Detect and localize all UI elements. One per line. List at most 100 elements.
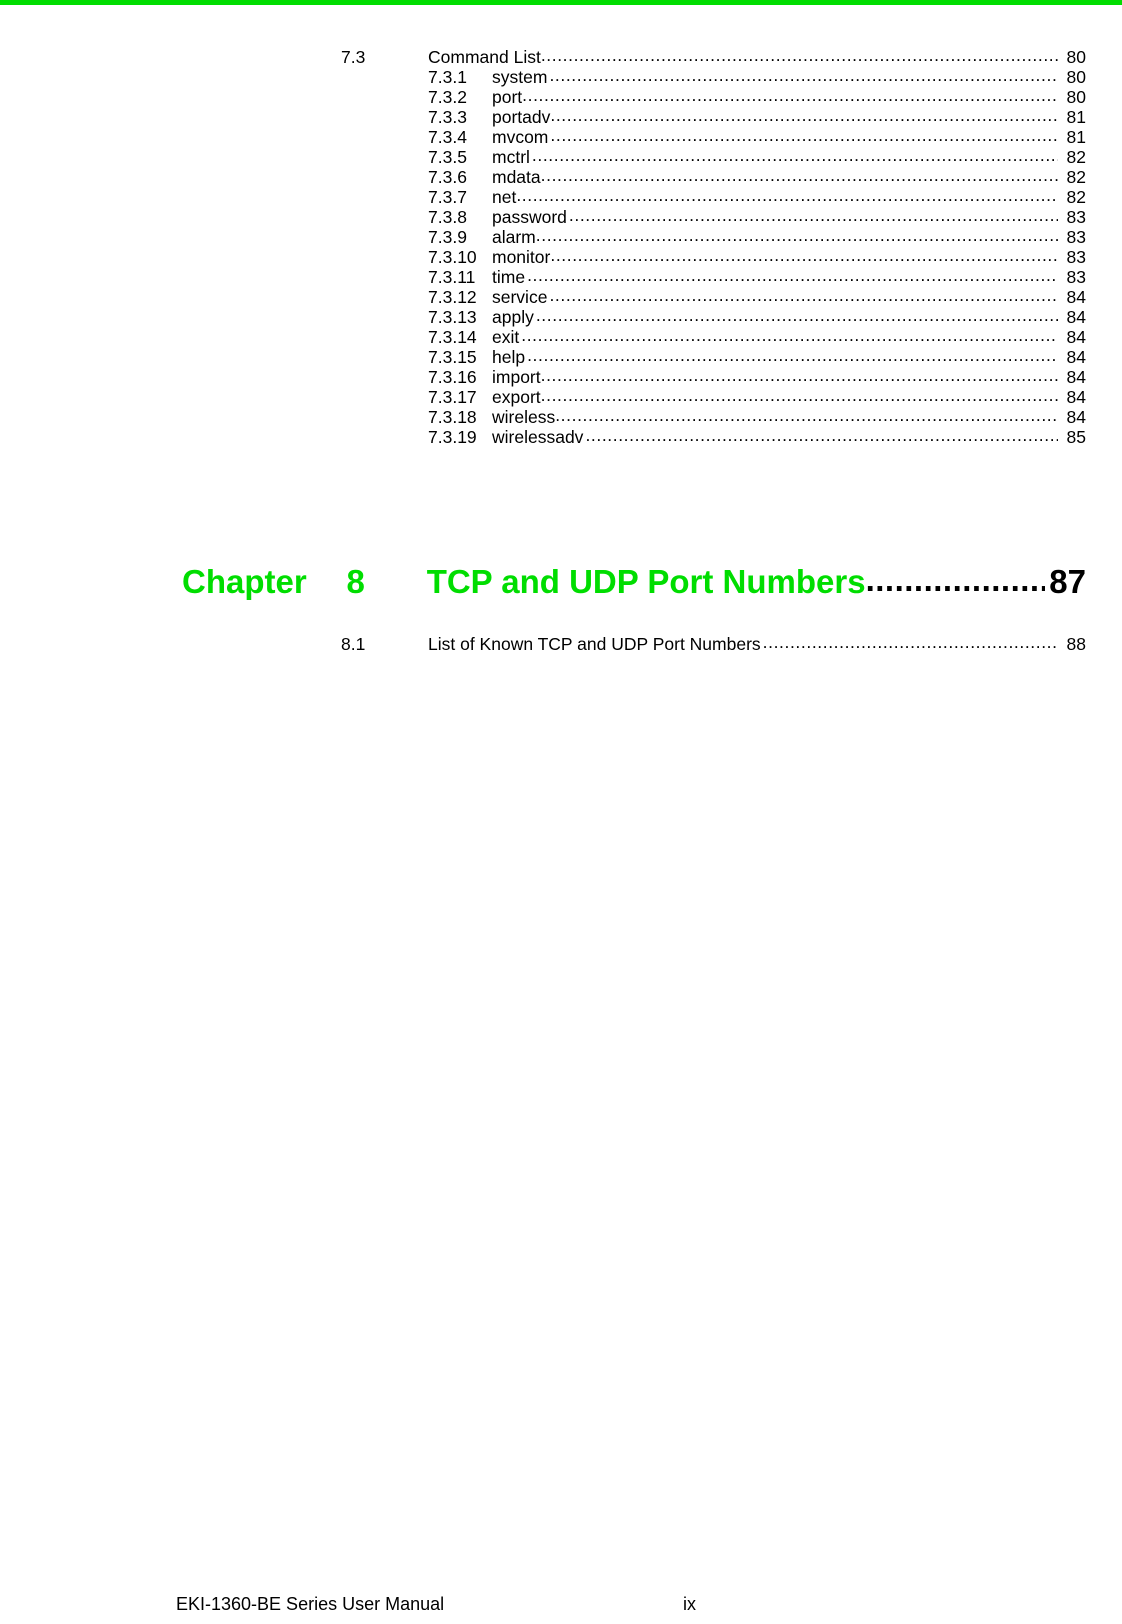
toc-entry-7-3-8[interactable]: 7.3.8 password 83 — [428, 205, 1086, 227]
toc-entry-7-3-16[interactable]: 7.3.16 import 84 — [428, 365, 1086, 387]
toc-entry-page: 84 — [1066, 286, 1086, 307]
toc-entry-title: service — [492, 286, 548, 307]
toc-entry-number: 8.1 — [341, 633, 366, 654]
toc-entry-page: 85 — [1066, 426, 1086, 447]
toc-entry-number: 7.3.19 — [428, 426, 477, 447]
chapter-page: 87 — [1049, 563, 1086, 600]
leader-dots — [516, 185, 1058, 203]
toc-entry-7-3-4[interactable]: 7.3.4 mvcom 81 — [428, 125, 1086, 147]
toc-entry-number: 7.3.18 — [428, 406, 477, 427]
toc-entry-page: 80 — [1066, 46, 1086, 67]
toc-entry-page: 83 — [1066, 266, 1086, 287]
toc-entry-title: monitor — [492, 246, 551, 267]
toc-entry-title: password — [492, 206, 567, 227]
toc-entry-8-1[interactable]: 8.1 List of Known TCP and UDP Port Numbe… — [341, 632, 1086, 654]
toc-entry-number: 7.3.12 — [428, 286, 477, 307]
toc-entry-chapter-8[interactable]: Chapter 8 TCP and UDP Port Numbers 87 — [182, 560, 1086, 602]
footer-manual-title: EKI-1360-BE Series User Manual — [176, 1594, 445, 1614]
toc-entry-page: 80 — [1066, 66, 1086, 87]
leader-dots — [585, 425, 1058, 443]
toc-entry-number: 7.3.13 — [428, 306, 477, 327]
toc-entry-title: system — [492, 66, 548, 87]
chapter-label: Chapter — [182, 563, 307, 600]
toc-entry-7-3-15[interactable]: 7.3.15 help 84 — [428, 345, 1086, 367]
leader-dots — [532, 145, 1058, 163]
toc-entry-title: wirelessadv — [492, 426, 584, 447]
top-accent-bar — [0, 0, 1122, 5]
toc-entry-page: 82 — [1066, 146, 1086, 167]
toc-entry-title: net — [492, 186, 517, 207]
toc-entry-number: 7.3.8 — [428, 206, 467, 227]
toc-entry-number: 7.3.2 — [428, 86, 467, 107]
chapter-number: 8 — [346, 563, 365, 600]
toc-entry-7-3-17[interactable]: 7.3.17 export 84 — [428, 385, 1086, 407]
toc-entry-7-3-18[interactable]: 7.3.18 wireless 84 — [428, 405, 1086, 427]
toc-entry-title: port — [492, 86, 523, 107]
toc-entry-title: Command List — [428, 46, 541, 67]
toc-entry-title: mdata — [492, 166, 541, 187]
toc-entry-7-3[interactable]: 7.3 Command List 80 — [341, 45, 1086, 67]
toc-entry-page: 84 — [1066, 406, 1086, 427]
toc-entry-title: wireless — [492, 406, 556, 427]
toc-entry-number: 7.3.11 — [428, 266, 476, 287]
toc-entry-page: 84 — [1066, 366, 1086, 387]
toc-entry-number: 7.3.9 — [428, 226, 467, 247]
leader-dots — [549, 65, 1058, 83]
toc-entry-title: mctrl — [492, 146, 530, 167]
toc-entry-number: 7.3.1 — [428, 66, 467, 87]
leader-dots — [866, 560, 1046, 593]
toc-entry-number: 7.3.3 — [428, 106, 467, 127]
toc-entry-7-3-12[interactable]: 7.3.12 service 84 — [428, 285, 1086, 307]
toc-entry-7-3-13[interactable]: 7.3.13 apply 84 — [428, 305, 1086, 327]
toc-entry-7-3-5[interactable]: 7.3.5 mctrl 82 — [428, 145, 1086, 167]
toc-entry-number: 7.3.17 — [428, 386, 477, 407]
toc-entry-page: 81 — [1066, 106, 1086, 127]
toc-entry-title: alarm — [492, 226, 536, 247]
chapter-title: TCP and UDP Port Numbers — [426, 563, 866, 600]
toc-entry-number: 7.3.7 — [428, 186, 467, 207]
toc-entry-page: 84 — [1066, 386, 1086, 407]
leader-dots — [541, 365, 1058, 383]
toc-entry-number: 7.3 — [341, 46, 366, 67]
toc-entry-page: 81 — [1066, 126, 1086, 147]
toc-entry-title: import — [492, 366, 541, 387]
toc-entry-page: 83 — [1066, 246, 1086, 267]
toc-entry-page: 80 — [1066, 86, 1086, 107]
toc-entry-7-3-10[interactable]: 7.3.10 monitor 83 — [428, 245, 1086, 267]
toc-entry-7-3-14[interactable]: 7.3.14 exit 84 — [428, 325, 1086, 347]
leader-dots — [550, 245, 1058, 263]
leader-dots — [536, 225, 1058, 243]
toc-page: 7.3 Command List 80 7.3.1 system 80 7.3.… — [0, 0, 1122, 1624]
leader-dots — [549, 285, 1058, 303]
toc-entry-7-3-1[interactable]: 7.3.1 system 80 — [428, 65, 1086, 87]
leader-dots — [536, 305, 1058, 323]
leader-dots — [550, 105, 1058, 123]
leader-dots — [541, 385, 1058, 403]
toc-entry-7-3-7[interactable]: 7.3.7 net 82 — [428, 185, 1086, 207]
leader-dots — [522, 85, 1058, 103]
toc-entry-number: 7.3.16 — [428, 366, 477, 387]
leader-dots — [541, 45, 1058, 63]
toc-entry-7-3-19[interactable]: 7.3.19 wirelessadv 85 — [428, 425, 1086, 447]
leader-dots — [527, 345, 1058, 363]
toc-entry-number: 7.3.4 — [428, 126, 467, 147]
toc-entry-page: 82 — [1066, 166, 1086, 187]
toc-entry-number: 7.3.15 — [428, 346, 477, 367]
leader-dots — [550, 125, 1058, 143]
toc-entry-page: 84 — [1066, 346, 1086, 367]
toc-entry-7-3-2[interactable]: 7.3.2 port 80 — [428, 85, 1086, 107]
toc-entry-title: help — [492, 346, 526, 367]
toc-entry-title: apply — [492, 306, 534, 327]
footer-page-number: ix — [683, 1594, 696, 1614]
toc-entry-title: List of Known TCP and UDP Port Numbers — [428, 633, 761, 654]
toc-entry-title: exit — [492, 326, 520, 347]
toc-entry-page: 88 — [1066, 633, 1086, 654]
leader-dots — [527, 265, 1058, 283]
toc-entry-7-3-11[interactable]: 7.3.11 time 83 — [428, 265, 1086, 287]
toc-entry-number: 7.3.5 — [428, 146, 467, 167]
toc-entry-page: 84 — [1066, 306, 1086, 327]
toc-entry-page: 82 — [1066, 186, 1086, 207]
toc-entry-7-3-6[interactable]: 7.3.6 mdata 82 — [428, 165, 1086, 187]
toc-entry-7-3-9[interactable]: 7.3.9 alarm 83 — [428, 225, 1086, 247]
toc-entry-7-3-3[interactable]: 7.3.3 portadv 81 — [428, 105, 1086, 127]
